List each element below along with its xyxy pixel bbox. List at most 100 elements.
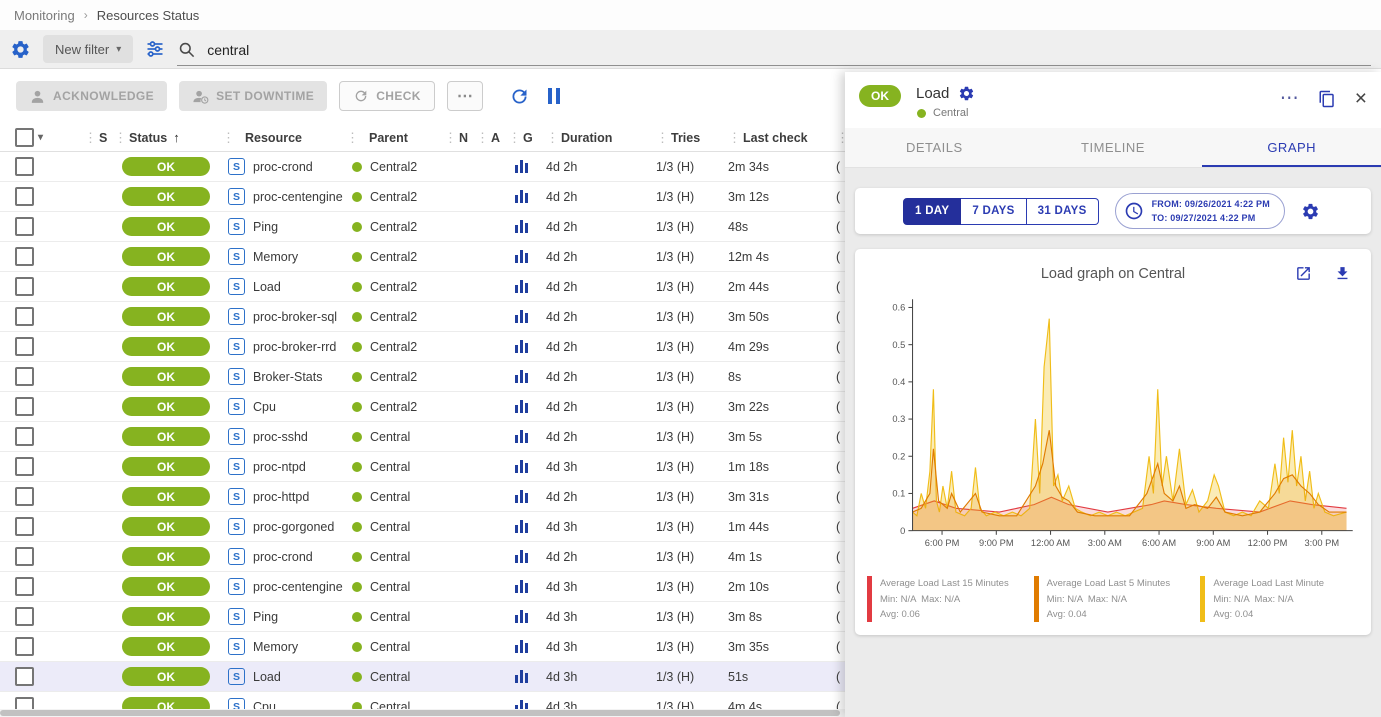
legend-item[interactable]: Average Load Last 15 MinutesMin: N/A Max… — [867, 576, 1026, 623]
column-header-status[interactable]: ⋮ Status ↑ — [114, 130, 222, 146]
column-menu-icon[interactable]: ⋮ — [84, 130, 97, 146]
column-menu-icon[interactable]: ⋮ — [346, 130, 359, 146]
cell-duration: 4d 2h — [542, 160, 652, 174]
acknowledge-button[interactable]: ACKNOWLEDGE — [16, 81, 167, 111]
column-menu-icon[interactable]: ⋮ — [444, 130, 457, 146]
column-header-n[interactable]: ⋮ N — [444, 130, 476, 146]
row-checkbox[interactable] — [15, 217, 34, 236]
graph-icon[interactable] — [515, 640, 528, 653]
row-checkbox[interactable] — [15, 547, 34, 566]
panel-more-icon[interactable]: ⋯ — [1280, 89, 1299, 108]
row-checkbox[interactable] — [15, 397, 34, 416]
graph-icon[interactable] — [515, 520, 528, 533]
check-button[interactable]: CHECK — [339, 81, 435, 111]
graph-icon[interactable] — [515, 220, 528, 233]
graph-icon[interactable] — [515, 370, 528, 383]
legend-item[interactable]: Average Load Last 5 MinutesMin: N/A Max:… — [1034, 576, 1193, 623]
row-checkbox[interactable] — [15, 307, 34, 326]
row-checkbox[interactable] — [15, 607, 34, 626]
row-checkbox[interactable] — [15, 247, 34, 266]
cell-resource: S proc-centengine — [222, 188, 346, 205]
panel-settings-gear-icon[interactable] — [958, 85, 975, 102]
row-checkbox[interactable] — [15, 427, 34, 446]
graph-icon[interactable] — [515, 580, 528, 593]
acknowledge-person-icon — [29, 88, 46, 105]
column-header-severity[interactable]: ⋮ S — [44, 130, 114, 146]
tab-details[interactable]: DETAILS — [845, 128, 1024, 167]
set-downtime-button[interactable]: SET DOWNTIME — [179, 81, 327, 111]
open-in-new-icon[interactable] — [1295, 265, 1312, 282]
copy-link-icon[interactable] — [1318, 90, 1336, 108]
load-graph[interactable]: 00.10.20.30.40.50.66:00 PM9:00 PM12:00 A… — [865, 293, 1361, 568]
graph-icon[interactable] — [515, 340, 528, 353]
row-checkbox[interactable] — [15, 367, 34, 386]
filter-settings-gear-icon[interactable] — [10, 39, 31, 60]
graph-icon[interactable] — [515, 610, 528, 623]
graph-icon[interactable] — [515, 400, 528, 413]
date-range-picker[interactable]: FROM: 09/26/2021 4:22 PM TO: 09/27/2021 … — [1115, 193, 1285, 230]
column-header-resource[interactable]: ⋮ Resource — [222, 130, 346, 146]
row-checkbox[interactable] — [15, 517, 34, 536]
svg-text:0.4: 0.4 — [892, 377, 905, 387]
download-icon[interactable] — [1334, 265, 1351, 282]
column-menu-icon[interactable]: ⋮ — [508, 130, 521, 146]
column-menu-icon[interactable]: ⋮ — [656, 130, 669, 146]
tab-timeline[interactable]: TIMELINE — [1024, 128, 1203, 167]
legend-item[interactable]: Average Load Last MinuteMin: N/A Max: N/… — [1200, 576, 1359, 623]
row-checkbox[interactable] — [15, 277, 34, 296]
row-checkbox[interactable] — [15, 157, 34, 176]
range-31-days-button[interactable]: 31 DAYS — [1027, 198, 1099, 225]
row-checkbox[interactable] — [15, 577, 34, 596]
graph-icon[interactable] — [515, 490, 528, 503]
graph-icon[interactable] — [515, 190, 528, 203]
column-header-g[interactable]: ⋮ G — [508, 130, 542, 146]
row-checkbox[interactable] — [15, 337, 34, 356]
status-badge: OK — [122, 487, 210, 506]
graph-icon[interactable] — [515, 670, 528, 683]
column-menu-icon[interactable]: ⋮ — [546, 130, 559, 146]
parent-name: Central — [370, 460, 410, 474]
graph-icon[interactable] — [515, 310, 528, 323]
resource-name: Ping — [253, 610, 278, 624]
graph-options-gear-icon[interactable] — [1301, 202, 1320, 221]
row-checkbox[interactable] — [15, 187, 34, 206]
select-all-dropdown-icon[interactable]: ▾ — [38, 132, 43, 143]
filter-tune-icon[interactable] — [145, 39, 165, 59]
close-icon[interactable]: × — [1355, 88, 1367, 109]
column-menu-icon[interactable]: ⋮ — [728, 130, 741, 146]
column-header-a[interactable]: ⋮ A — [476, 130, 508, 146]
cell-resource: S Ping — [222, 608, 346, 625]
graph-icon[interactable] — [515, 460, 528, 473]
cell-tries: 1/3 (H) — [652, 310, 724, 324]
refresh-icon[interactable] — [509, 86, 530, 107]
graph-icon[interactable] — [515, 160, 528, 173]
column-header-last-check[interactable]: ⋮ Last check — [724, 130, 836, 146]
new-filter-dropdown[interactable]: New filter ▾ — [43, 35, 133, 63]
pause-icon[interactable] — [548, 88, 560, 104]
select-all-checkbox[interactable] — [15, 128, 34, 147]
row-checkbox[interactable] — [15, 637, 34, 656]
column-header-tries[interactable]: ⋮ Tries — [652, 130, 724, 146]
graph-icon[interactable] — [515, 280, 528, 293]
row-checkbox[interactable] — [15, 667, 34, 686]
range-1-day-button[interactable]: 1 DAY — [903, 198, 961, 225]
column-header-parent[interactable]: ⋮ Parent — [346, 130, 444, 146]
column-header-duration[interactable]: ⋮ Duration — [542, 130, 652, 146]
horizontal-scrollbar-thumb[interactable] — [0, 710, 840, 716]
breadcrumb-resources-status[interactable]: Resources Status — [97, 8, 200, 23]
range-7-days-button[interactable]: 7 DAYS — [961, 198, 1026, 225]
row-checkbox[interactable] — [15, 487, 34, 506]
graph-icon[interactable] — [515, 430, 528, 443]
breadcrumb-monitoring[interactable]: Monitoring — [14, 8, 75, 23]
search-input[interactable] — [205, 41, 1371, 59]
column-menu-icon[interactable]: ⋮ — [114, 130, 127, 146]
resource-name: Ping — [253, 220, 278, 234]
tab-graph[interactable]: GRAPH — [1202, 128, 1381, 167]
row-checkbox[interactable] — [15, 457, 34, 476]
column-menu-icon[interactable]: ⋮ — [222, 130, 235, 146]
status-badge: OK — [122, 337, 210, 356]
graph-icon[interactable] — [515, 250, 528, 263]
more-actions-button[interactable]: ⋯ — [447, 81, 483, 111]
column-menu-icon[interactable]: ⋮ — [476, 130, 489, 146]
graph-icon[interactable] — [515, 550, 528, 563]
